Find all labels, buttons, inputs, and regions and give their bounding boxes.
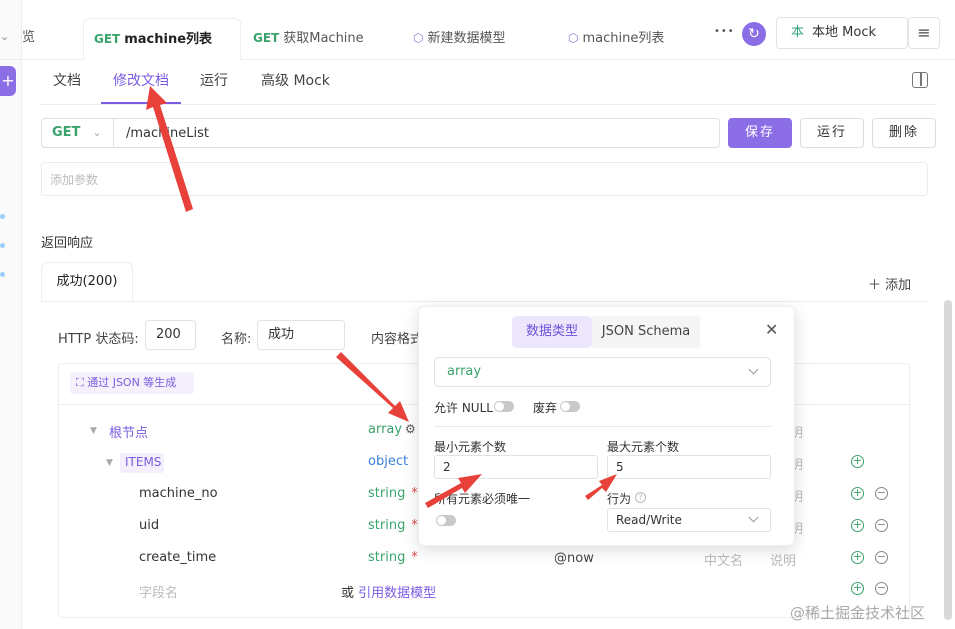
arrow-annotation [146,86,193,212]
annotation-arrows [146,86,617,508]
arrow-annotation [425,474,482,508]
watermark: @稀土掘金技术社区 [790,604,926,622]
arrow-annotation [585,474,617,500]
arrow-annotation [336,352,409,422]
